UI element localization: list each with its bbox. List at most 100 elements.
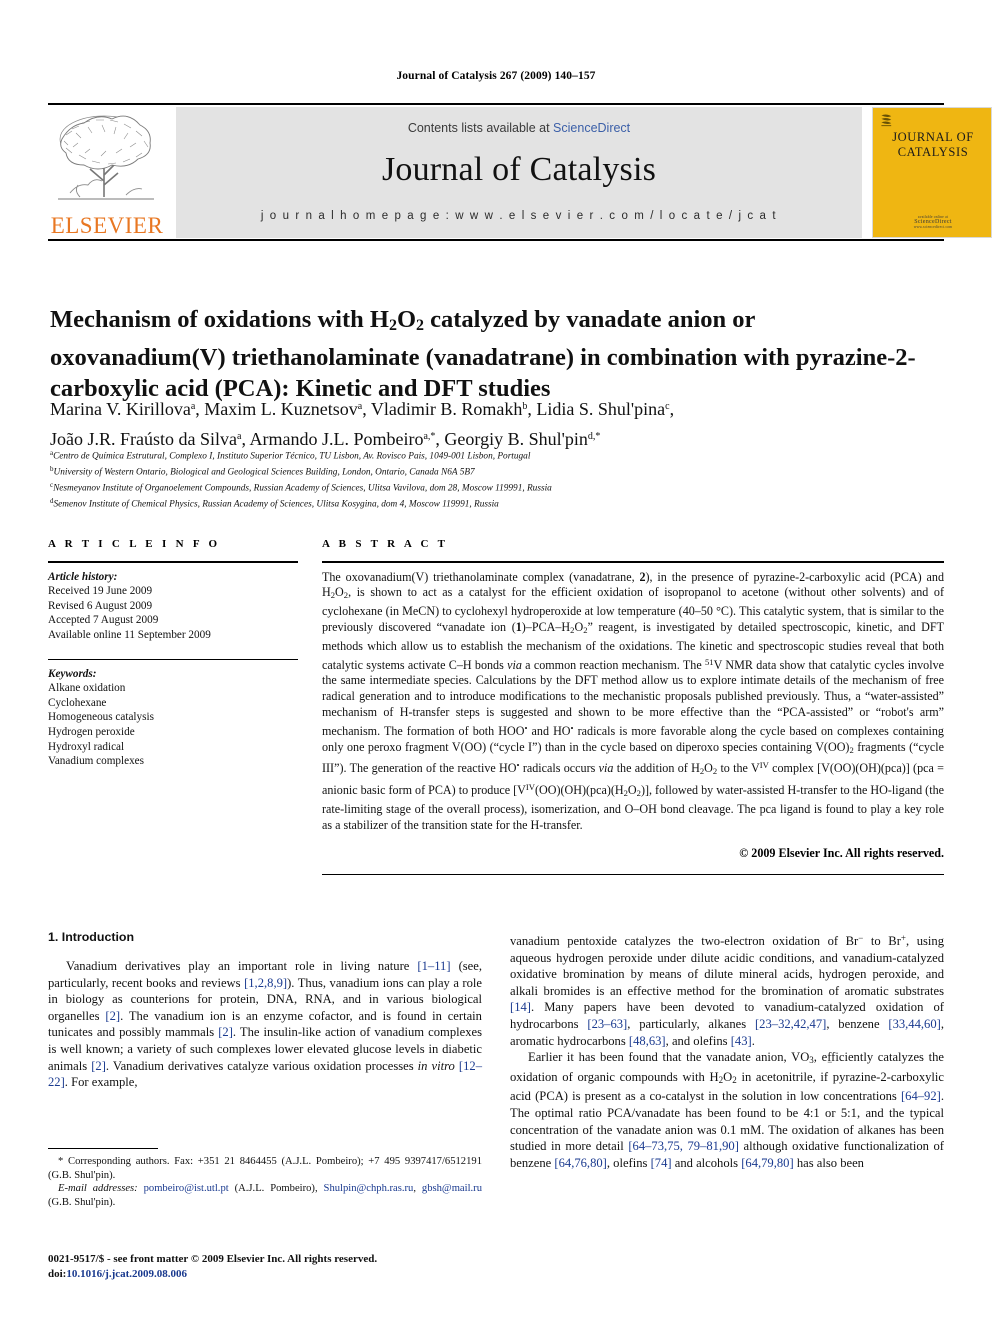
para-italic: in vitro xyxy=(417,1058,455,1073)
keyword-item[interactable]: Hydrogen peroxide xyxy=(48,725,298,740)
citation-ref[interactable]: [2] xyxy=(218,1025,233,1039)
citation-ref[interactable]: [2] xyxy=(105,1009,120,1023)
email-address-gbsh[interactable]: gbsh@mail.ru xyxy=(422,1183,482,1194)
article-info-section: A R T I C L E I N F O Article history: R… xyxy=(48,538,298,769)
abs-seg: radicals occurs xyxy=(519,761,599,776)
para-seg: . xyxy=(751,1033,755,1048)
para-seg: . Vanadium derivatives catalyze various … xyxy=(105,1058,418,1073)
abs-seg: )–PCA–H xyxy=(521,619,571,634)
abs-sup: IV xyxy=(525,782,535,793)
author-name[interactable]: João J.R. Fraústo da Silva xyxy=(50,429,237,449)
affiliation-item: dSemenov Institute of Chemical Physics, … xyxy=(50,495,930,511)
abs-seg: and HO xyxy=(527,723,571,738)
email-note: E-mail addresses: pombeiro@ist.utl.pt (A… xyxy=(48,1182,482,1209)
abstract-rule-bottom xyxy=(322,873,944,875)
keyword-item[interactable]: Cyclohexane xyxy=(48,696,298,711)
affiliation-item: cNesmeyanov Institute of Organoelement C… xyxy=(50,479,930,495)
author-sep: , xyxy=(669,399,675,419)
para-seg: , olefins xyxy=(606,1155,651,1170)
author-item: Armando J.L. Pombeiroa,*, xyxy=(249,429,444,449)
abstract-copyright: © 2009 Elsevier Inc. All rights reserved… xyxy=(739,845,944,860)
author-name[interactable]: Armando J.L. Pombeiro xyxy=(249,429,423,449)
affiliation-list: aCentro de Química Estrutural, Complexo … xyxy=(50,447,930,511)
email-address-shulpin-chph[interactable]: Shulpin@chph.ras.ru xyxy=(324,1183,414,1194)
doi-value[interactable]: 10.1016/j.jcat.2009.08.006 xyxy=(66,1268,187,1280)
email-address-pombeiro[interactable]: pombeiro@ist.utl.pt xyxy=(144,1183,229,1194)
para-seg: vanadium pentoxide catalyzes the two-ele… xyxy=(510,934,859,948)
citation-ref[interactable]: [14] xyxy=(510,1000,531,1014)
citation-ref[interactable]: [23–32,42,47] xyxy=(755,1017,826,1031)
citation-ref[interactable]: [64,79,80] xyxy=(741,1156,793,1170)
page-title: Mechanism of oxidations with H2O2 cataly… xyxy=(50,304,930,405)
doi-label: doi: xyxy=(48,1267,67,1280)
abs-seg: to the V xyxy=(717,761,760,776)
title-sub-2: 2 xyxy=(416,317,424,335)
author-name[interactable]: Lidia S. Shul'pina xyxy=(536,399,665,419)
contents-available-line: Contents lists available at ScienceDirec… xyxy=(176,121,862,135)
citation-ref[interactable]: [1–11] xyxy=(417,959,450,973)
cover-title-line1: JOURNAL OF xyxy=(892,130,974,144)
abs-seg: the addition of H xyxy=(613,761,700,776)
abs-sup: IV xyxy=(759,760,769,771)
article-history-heading: Article history: xyxy=(48,570,118,583)
author-name[interactable]: Georgiy B. Shul'pin xyxy=(444,429,587,449)
author-affil-marker: a,* xyxy=(423,431,436,442)
author-name[interactable]: Marina V. Kirillova xyxy=(50,399,191,419)
intro-paragraph-right-2: Earlier it has been found that the vanad… xyxy=(510,1049,944,1171)
journal-homepage-line[interactable]: j o u r n a l h o m e p a g e : w w w . … xyxy=(176,210,862,222)
abs-italic: via xyxy=(507,657,522,672)
abstract-text: The oxovanadium(V) triethanolaminate com… xyxy=(322,570,944,834)
title-segment-1: Mechanism of oxidations with H xyxy=(50,306,389,334)
citation-ref[interactable]: [74] xyxy=(651,1156,672,1170)
cover-title-line2: CATALYSIS xyxy=(897,145,969,159)
citation-ref[interactable]: [64–92] xyxy=(901,1089,941,1103)
journal-article-page: Journal of Catalysis 267 (2009) 140–157 … xyxy=(0,0,992,1323)
keyword-item[interactable]: Vanadium complexes xyxy=(48,754,298,769)
journal-cover-thumbnail[interactable]: JOURNAL OF CATALYSIS available online at… xyxy=(872,107,992,238)
elsevier-wordmark: ELSEVIER xyxy=(50,213,164,238)
para-seg: O xyxy=(723,1069,733,1084)
citation-ref[interactable]: [2] xyxy=(91,1059,106,1073)
title-segment-2: O xyxy=(396,306,416,334)
para-seg: and alcohols xyxy=(671,1155,742,1170)
author-item: Maxim L. Kuznetsova, xyxy=(204,399,371,419)
doi-line: doi:10.1016/j.jcat.2009.08.006 xyxy=(48,1267,548,1282)
affiliation-text: University of Western Ontario, Biologica… xyxy=(53,467,475,478)
abstract-rule-top xyxy=(322,561,944,563)
author-list: Marina V. Kirillovaa, Maxim L. Kuznetsov… xyxy=(50,393,930,453)
affiliation-text: Nesmeyanov Institute of Organoelement Co… xyxy=(53,483,552,494)
intro-paragraph-right-1: vanadium pentoxide catalyzes the two-ele… xyxy=(510,930,944,1049)
journal-title: Journal of Catalysis xyxy=(381,151,657,188)
keywords-block: Keywords: Alkane oxidation Cyclohexane H… xyxy=(48,667,298,769)
citation-ref[interactable]: [43] xyxy=(731,1034,752,1048)
section-heading-introduction: 1. Introduction xyxy=(48,930,135,944)
keyword-item[interactable]: Alkane oxidation xyxy=(48,681,298,696)
author-name[interactable]: Vladimir B. Romakh xyxy=(371,399,523,419)
citation-ref[interactable]: [64,76,80] xyxy=(554,1156,606,1170)
journal-masthead: ELSEVIER Contents lists available at Sci… xyxy=(48,105,992,238)
elsevier-logo[interactable]: ELSEVIER xyxy=(48,107,166,238)
author-item: João J.R. Fraústo da Silvaa, xyxy=(50,429,249,449)
affiliation-text: Centro de Química Estrutural, Complexo I… xyxy=(53,451,531,462)
citation-ref[interactable]: [64–73,75, 79–81,90] xyxy=(628,1139,739,1153)
citation-ref[interactable]: [1,2,8,9] xyxy=(244,976,287,990)
abstract-heading: A B S T R A C T xyxy=(322,538,449,550)
intro-paragraph-left: Vanadium derivatives play an important r… xyxy=(48,958,482,1091)
keyword-item[interactable]: Hydroxyl radical xyxy=(48,740,298,755)
abs-seg: O xyxy=(704,761,713,776)
citation-ref[interactable]: [48,63] xyxy=(629,1034,666,1048)
keyword-item[interactable]: Homogeneous catalysis xyxy=(48,710,298,725)
sciencedirect-link[interactable]: ScienceDirect xyxy=(553,121,630,135)
abs-seg: The oxovanadium(V) triethanolaminate com… xyxy=(322,569,640,584)
para-seg: . For example, xyxy=(64,1075,138,1090)
abs-seg: O xyxy=(627,783,637,798)
footnote-block: * Corresponding authors. Fax: +351 21 84… xyxy=(48,1155,482,1209)
abs-sup: 51 xyxy=(704,656,714,667)
citation-ref[interactable]: [33,44,60] xyxy=(888,1017,940,1031)
author-sep: , xyxy=(362,399,371,419)
author-name[interactable]: Maxim L. Kuznetsov xyxy=(204,399,357,419)
email-owner-shulpin: (G.B. Shul'pin). xyxy=(48,1196,116,1208)
citation-ref[interactable]: [23–63] xyxy=(587,1017,627,1031)
para-seg: , benzene xyxy=(826,1016,889,1031)
abstract-section: A B S T R A C T The oxovanadium(V) triet… xyxy=(322,538,944,875)
